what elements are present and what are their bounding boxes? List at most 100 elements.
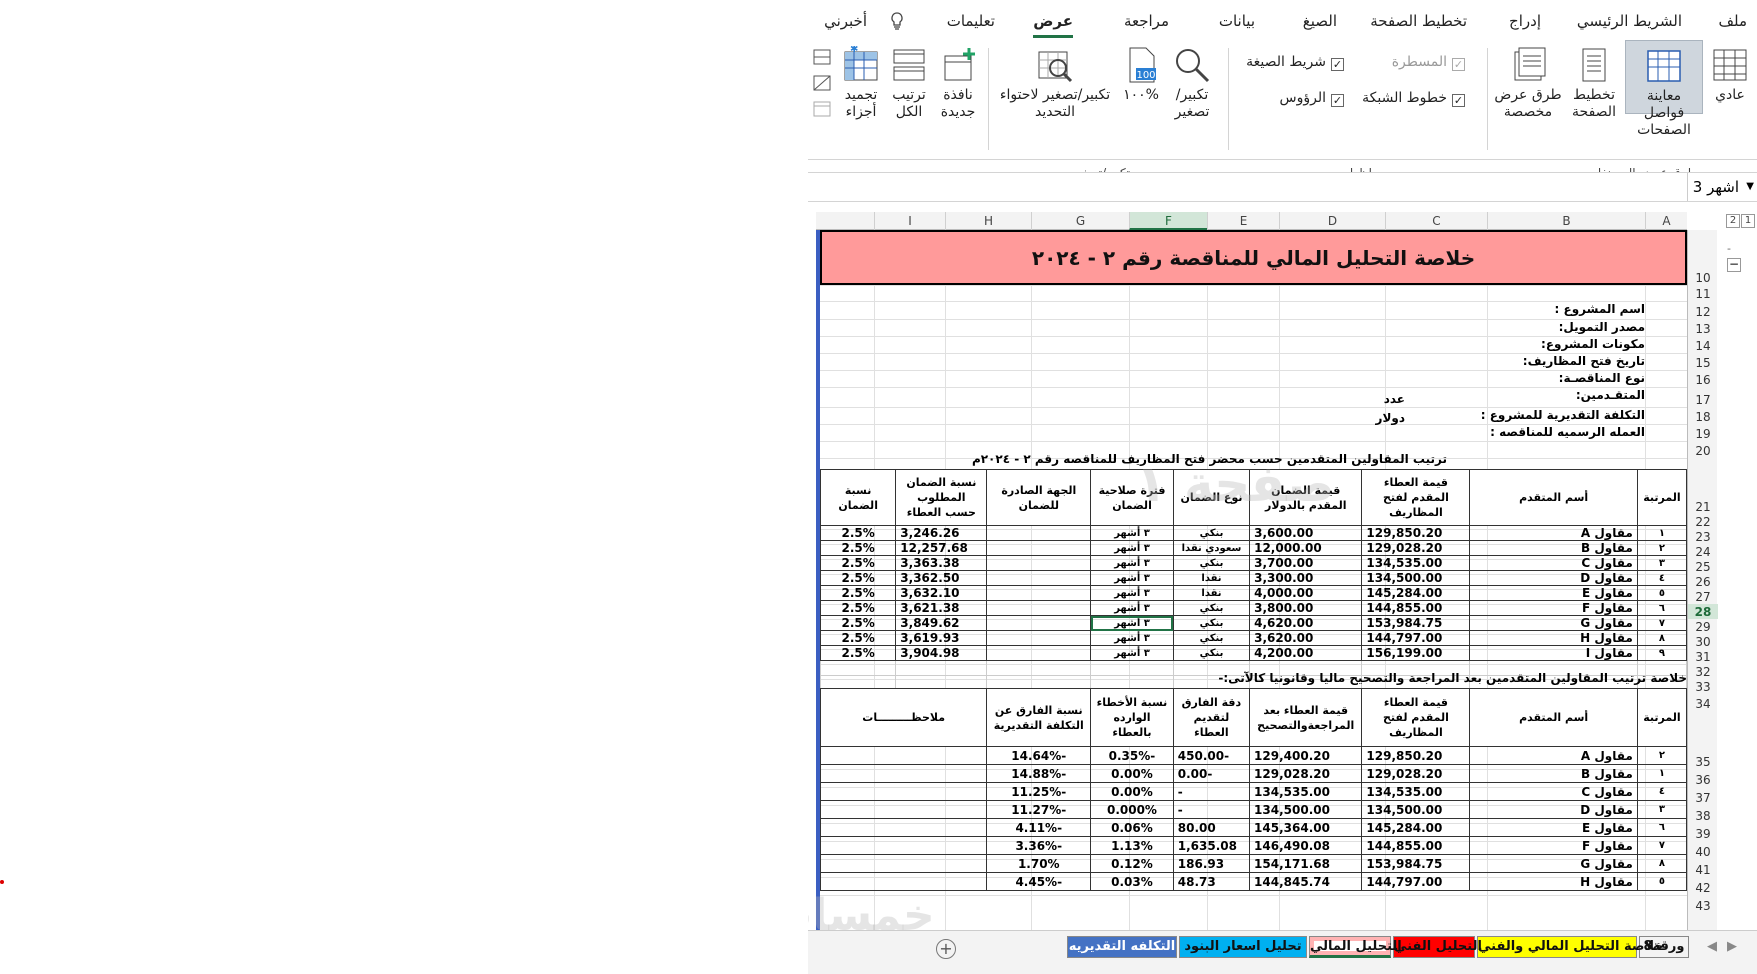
column-header-G[interactable]: G [1031, 212, 1129, 230]
zoom-to-selection-button[interactable]: تكبير/تصغير لاحتواء التحديد [995, 46, 1115, 121]
row-header-25[interactable]: 25 [1688, 559, 1718, 574]
row-header-40[interactable]: 40 [1688, 841, 1718, 859]
table-cell[interactable]: 153,984.75 [1361, 854, 1471, 873]
column-header-E[interactable]: E [1207, 212, 1279, 230]
headings-checkbox[interactable]: الرؤوس ✓ [1280, 90, 1344, 107]
table-cell[interactable]: -4.11% [986, 818, 1092, 837]
table-cell[interactable]: 2.5% [819, 570, 897, 586]
table-cell[interactable]: 129,850.20 [1361, 525, 1471, 541]
table-cell[interactable]: نقدا [1172, 585, 1251, 601]
table-row[interactable]: ٦ مقاول E 145,284.00 145,364.00 80.00 0.06% -4… [819, 818, 1687, 837]
scroll-left-arrow-icon[interactable]: ◀ [1707, 939, 1717, 954]
table-cell[interactable]: 146,490.08 [1249, 836, 1363, 855]
table-cell[interactable]: 80.00 [1172, 818, 1251, 837]
table-cell[interactable]: ١ [1636, 764, 1687, 783]
name-box[interactable]: 3 اشهر ▼ [1687, 173, 1757, 201]
table-cell[interactable]: ٣ أشهر [1090, 615, 1174, 631]
row-header-24[interactable]: 24 [1688, 544, 1718, 559]
table-cell[interactable]: -11.27% [986, 800, 1092, 819]
row-header-22[interactable]: 22 [1688, 514, 1718, 529]
table-cell[interactable]: 3,632.10 [895, 585, 988, 601]
table-cell[interactable]: 156,199.00 [1361, 645, 1471, 661]
table-cell[interactable]: ٣ [1636, 800, 1687, 819]
table-cell[interactable]: 1.70% [986, 854, 1092, 873]
table-cell[interactable]: 3,300.00 [1249, 570, 1363, 586]
row-header-39[interactable]: 39 [1688, 823, 1718, 841]
ruler-checkbox[interactable]: المسطرة ✓ [1392, 54, 1465, 71]
table-cell[interactable]: ٦ [1636, 600, 1687, 616]
table-cell[interactable]: ٧ [1636, 615, 1687, 631]
table-cell[interactable] [819, 854, 988, 873]
table-cell[interactable]: مقاول B [1469, 540, 1638, 556]
table-cell[interactable]: 134,500.00 [1361, 570, 1471, 586]
table-cell[interactable]: 2.5% [819, 555, 897, 571]
table-row[interactable]: ٧ مقاول G 153,984.75 4,620.00 بنكي ٣ أشهر 3,84… [819, 615, 1687, 631]
table-cell[interactable]: سعودي نقدا [1172, 540, 1251, 556]
table-cell[interactable]: -11.25% [986, 782, 1092, 801]
table-cell[interactable]: 2.5% [819, 645, 897, 661]
table-cell[interactable]: -0.35% [1090, 746, 1174, 765]
table-cell[interactable]: 144,797.00 [1361, 872, 1471, 891]
table-cell[interactable] [986, 540, 1092, 556]
table-cell[interactable]: 134,535.00 [1249, 782, 1363, 801]
tab-formulas[interactable]: الصيغ [1303, 12, 1337, 30]
tab-file[interactable]: ملف [1718, 12, 1747, 30]
table-cell[interactable]: -4.45% [986, 872, 1092, 891]
table-cell[interactable]: 134,500.00 [1249, 800, 1363, 819]
table-cell[interactable]: 129,850.20 [1361, 746, 1471, 765]
table-cell[interactable] [986, 615, 1092, 631]
add-sheet-button[interactable]: + [936, 939, 956, 959]
row-header-34[interactable]: 34 [1688, 694, 1718, 711]
row-header-42[interactable]: 42 [1688, 877, 1718, 895]
table-cell[interactable]: 3,621.38 [895, 600, 988, 616]
table-cell[interactable]: 144,845.74 [1249, 872, 1363, 891]
summary-table[interactable]: المرتبة أسم المتقدم قيمة العطاء المقدم لفت… [819, 688, 1687, 891]
table-cell[interactable]: 3,700.00 [1249, 555, 1363, 571]
custom-views-button[interactable]: طرق عرض مخصصة [1493, 46, 1563, 121]
table-cell[interactable]: مقاول E [1469, 585, 1638, 601]
table-cell[interactable]: بنكي [1172, 615, 1251, 631]
page-break-preview-button[interactable]: معاينة فواصل الصفحات [1625, 40, 1703, 138]
table-cell[interactable]: مقاول B [1469, 764, 1638, 783]
table-cell[interactable]: 2.5% [819, 525, 897, 541]
table-cell[interactable]: 0.03% [1090, 872, 1174, 891]
table-cell[interactable]: -3.36% [986, 836, 1092, 855]
table-cell[interactable]: مقاول H [1469, 872, 1638, 891]
row-header-37[interactable]: 37 [1688, 787, 1718, 805]
row-header-33[interactable]: 33 [1688, 679, 1718, 694]
table-row[interactable]: ٧ مقاول F 144,855.00 146,490.08 1,635.08 1.13… [819, 836, 1687, 855]
outline-level-2-button[interactable]: 2 [1726, 214, 1740, 228]
table-cell[interactable]: مقاول G [1469, 615, 1638, 631]
table-cell[interactable] [986, 645, 1092, 661]
table-row[interactable]: ٤ مقاول D 134,500.00 3,300.00 نقدا ٣ أشهر 3,36… [819, 570, 1687, 586]
table-cell[interactable]: ٣ [1636, 555, 1687, 571]
table-cell[interactable]: 2.5% [819, 600, 897, 616]
row-header-16[interactable]: 16 [1688, 370, 1718, 387]
table-cell[interactable]: 12,257.68 [895, 540, 988, 556]
table-cell[interactable]: 144,855.00 [1361, 600, 1471, 616]
table-cell[interactable]: 144,855.00 [1361, 836, 1471, 855]
table-cell[interactable]: 3,849.62 [895, 615, 988, 631]
column-header-B[interactable]: B [1487, 212, 1645, 230]
table-cell[interactable]: 3,800.00 [1249, 600, 1363, 616]
table-cell[interactable]: مقاول F [1469, 836, 1638, 855]
row-header-12[interactable]: 12 [1688, 301, 1718, 319]
table-row[interactable]: ١ مقاول A 129,850.20 3,600.00 بنكي ٣ أشهر 3,24… [819, 525, 1687, 541]
table-cell[interactable] [986, 585, 1092, 601]
row-header-43[interactable]: 43 [1688, 895, 1718, 913]
table-cell[interactable]: 12,000.00 [1249, 540, 1363, 556]
table-cell[interactable]: 0.000% [1090, 800, 1174, 819]
table-row[interactable]: ٥ مقاول E 145,284.00 4,000.00 نقدا ٣ أشهر 3,63… [819, 585, 1687, 601]
row-header-19[interactable]: 19 [1688, 424, 1718, 441]
row-header-28[interactable]: 28 [1688, 604, 1718, 619]
row-header-23[interactable]: 23 [1688, 529, 1718, 544]
table-cell[interactable] [986, 555, 1092, 571]
table-cell[interactable]: 48.73 [1172, 872, 1251, 891]
table-cell[interactable]: -14.88% [986, 764, 1092, 783]
table-cell[interactable]: 129,400.20 [1249, 746, 1363, 765]
freeze-panes-button[interactable]: ✱ تجميد أجزاء [837, 44, 885, 121]
tab-page-layout[interactable]: تخطيط الصفحة [1370, 12, 1467, 30]
row-header-14[interactable]: 14 [1688, 336, 1718, 353]
table-cell[interactable]: 2.5% [819, 615, 897, 631]
scroll-right-arrow-icon[interactable]: ▶ [1727, 939, 1737, 954]
